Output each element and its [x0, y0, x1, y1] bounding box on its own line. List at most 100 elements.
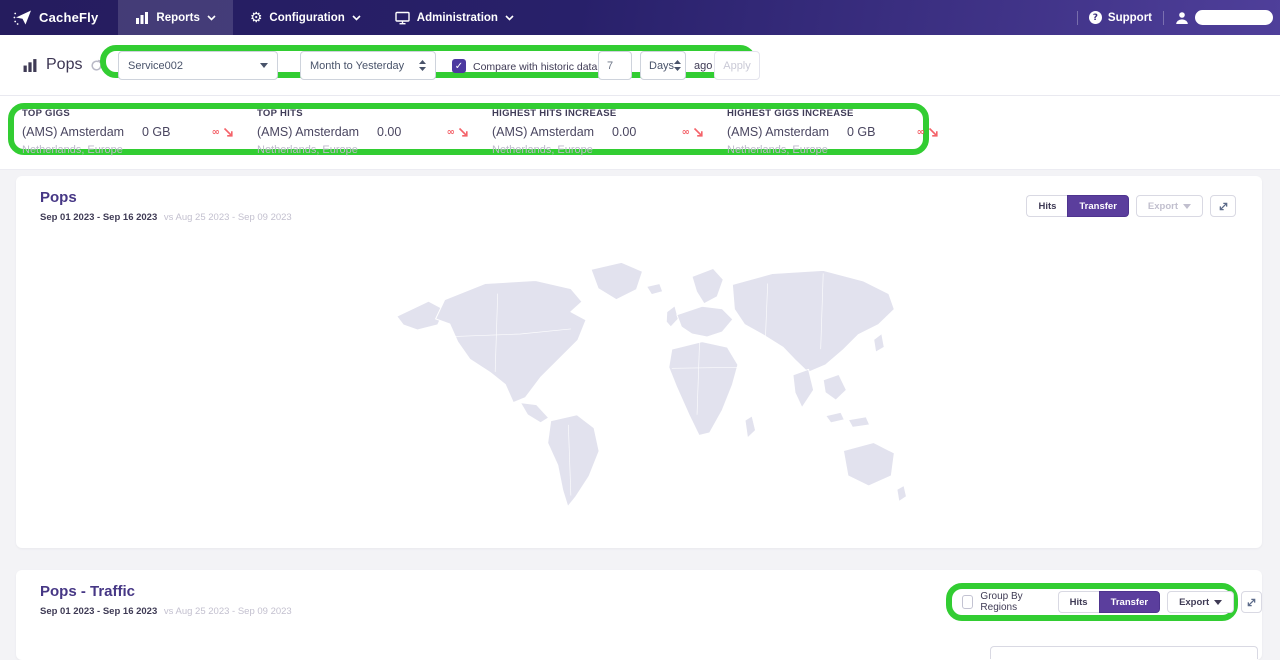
- stat-card-highest-hits-increase: HIGHEST HITS INCREASE (AMS) Amsterdam 0.…: [492, 108, 704, 156]
- nav-item-administration[interactable]: Administration: [378, 0, 531, 35]
- period-select[interactable]: Month to Yesterday: [300, 51, 436, 80]
- stat-label: TOP HITS: [257, 108, 303, 119]
- support-label: Support: [1107, 11, 1152, 24]
- stat-card-top-hits: TOP HITS (AMS) Amsterdam 0.00 ∞ Netherla…: [257, 108, 469, 156]
- stat-region: Netherlands, Europe: [492, 144, 593, 156]
- updown-caret-icon: [419, 60, 426, 71]
- service-select[interactable]: Service002: [118, 51, 278, 80]
- hits-transfer-toggle: Hits Transfer: [1026, 195, 1129, 217]
- chevron-down-icon: [207, 14, 216, 21]
- transfer-button[interactable]: Transfer: [1067, 195, 1129, 217]
- export-label: Export: [1147, 200, 1178, 212]
- ago-label: ago: [694, 60, 713, 72]
- hits-button[interactable]: Hits: [1057, 591, 1099, 613]
- trend-down-icon: [928, 127, 939, 138]
- apply-button[interactable]: Apply: [714, 51, 760, 80]
- caret-down-icon: [1214, 599, 1223, 605]
- nav-item-reports[interactable]: Reports: [118, 0, 233, 35]
- export-label: Export: [1179, 596, 1210, 608]
- stat-trend: ∞: [682, 127, 704, 138]
- export-button[interactable]: Export: [1135, 195, 1203, 217]
- group-by-regions-checkbox[interactable]: [962, 595, 974, 609]
- caret-down-icon: [260, 63, 268, 68]
- current-range: Sep 01 2023 - Sep 16 2023: [40, 606, 158, 617]
- period-select-value: Month to Yesterday: [310, 59, 405, 72]
- traffic-card-controls: Group By Regions Hits Transfer Export: [962, 591, 1262, 613]
- expand-button[interactable]: [1241, 591, 1262, 613]
- stat-value: 0 GB: [142, 125, 171, 139]
- caret-down-icon: [1183, 203, 1191, 209]
- stat-card-highest-gigs-increase: HIGHEST GIGS INCREASE (AMS) Amsterdam 0 …: [727, 108, 939, 156]
- chart-container-stub: [990, 646, 1258, 659]
- expand-button[interactable]: [1210, 195, 1236, 217]
- stat-trend: ∞: [917, 127, 939, 138]
- stat-pop-name: (AMS) Amsterdam: [257, 125, 360, 139]
- filter-bar: Pops Service002 Month to Yesterday ✓ Com…: [0, 35, 1280, 96]
- top-navbar: CacheFly Reports ⚙ Configuration Adminis…: [0, 0, 1280, 35]
- stat-region: Netherlands, Europe: [257, 144, 358, 156]
- refresh-icon[interactable]: [90, 59, 103, 72]
- stat-value: 0.00: [377, 125, 402, 139]
- unit-select-value: Days: [649, 59, 675, 72]
- pops-map-card: Pops Sep 01 2023 - Sep 16 2023 vs Aug 25…: [16, 176, 1262, 548]
- help-icon: ?: [1088, 11, 1102, 24]
- infinity-icon: ∞: [681, 126, 690, 138]
- updown-caret-icon: [674, 60, 682, 71]
- transfer-button[interactable]: Transfer: [1098, 591, 1161, 613]
- compare-checkbox-label: Compare with historic data: [473, 61, 598, 73]
- chevron-down-icon: [352, 14, 361, 21]
- check-icon: ✓: [454, 60, 464, 72]
- bar-chart-icon: [135, 11, 149, 24]
- person-icon: [1175, 11, 1189, 25]
- navbar-right: ? Support: [1076, 0, 1280, 35]
- user-menu[interactable]: [1175, 10, 1273, 25]
- trend-down-icon: [693, 127, 704, 138]
- map-card-controls: Hits Transfer Export: [1026, 195, 1236, 217]
- hits-transfer-toggle: Hits Transfer: [1057, 591, 1161, 613]
- card-title: Pops: [40, 189, 77, 206]
- stat-trend: ∞: [447, 127, 469, 138]
- infinity-icon: ∞: [446, 126, 455, 138]
- chevron-down-icon: [505, 14, 514, 21]
- stat-pop-name: (AMS) Amsterdam: [22, 125, 125, 139]
- infinity-icon: ∞: [916, 126, 925, 138]
- card-date-range: Sep 01 2023 - Sep 16 2023 vs Aug 25 2023…: [40, 212, 292, 223]
- page-title: Pops: [46, 56, 83, 73]
- stat-region: Netherlands, Europe: [22, 144, 123, 156]
- export-button[interactable]: Export: [1167, 591, 1235, 613]
- stat-label: TOP GIGS: [22, 108, 70, 119]
- trend-down-icon: [458, 127, 469, 138]
- stat-value: 0 GB: [847, 125, 876, 139]
- main-menu: Reports ⚙ Configuration Administration: [118, 0, 531, 35]
- username-pill: [1195, 10, 1273, 25]
- divider: [1076, 10, 1078, 25]
- nav-item-label: Configuration: [269, 11, 345, 24]
- nav-item-configuration[interactable]: ⚙ Configuration: [233, 0, 378, 35]
- compare-range: vs Aug 25 2023 - Sep 09 2023: [163, 606, 292, 617]
- world-map: [369, 252, 909, 522]
- brand-name: CacheFly: [39, 10, 99, 25]
- stat-pop-name: (AMS) Amsterdam: [492, 125, 595, 139]
- page-title-group: Pops: [22, 35, 103, 95]
- stat-value: 0.00: [612, 125, 637, 139]
- service-select-value: Service002: [128, 59, 184, 72]
- stat-pop-name: (AMS) Amsterdam: [727, 125, 830, 139]
- monitor-icon: [395, 11, 410, 25]
- card-date-range: Sep 01 2023 - Sep 16 2023 vs Aug 25 2023…: [40, 606, 292, 617]
- unit-select[interactable]: Days: [640, 51, 686, 80]
- offset-input[interactable]: [598, 51, 632, 80]
- hits-button[interactable]: Hits: [1026, 195, 1068, 217]
- trend-down-icon: [223, 127, 234, 138]
- stats-row: TOP GIGS (AMS) Amsterdam 0 GB ∞ Netherla…: [0, 96, 1280, 170]
- nav-item-label: Administration: [416, 11, 498, 24]
- brand-logo[interactable]: CacheFly: [0, 0, 118, 35]
- infinity-icon: ∞: [211, 126, 220, 138]
- support-link[interactable]: ? Support: [1088, 11, 1152, 24]
- card-title: Pops - Traffic: [40, 583, 136, 600]
- compare-checkbox[interactable]: ✓: [452, 59, 466, 73]
- bar-chart-icon: [22, 58, 38, 72]
- paper-plane-icon: [13, 9, 33, 26]
- stat-region: Netherlands, Europe: [727, 144, 828, 156]
- gear-icon: ⚙: [249, 9, 263, 26]
- stat-label: HIGHEST GIGS INCREASE: [727, 108, 854, 119]
